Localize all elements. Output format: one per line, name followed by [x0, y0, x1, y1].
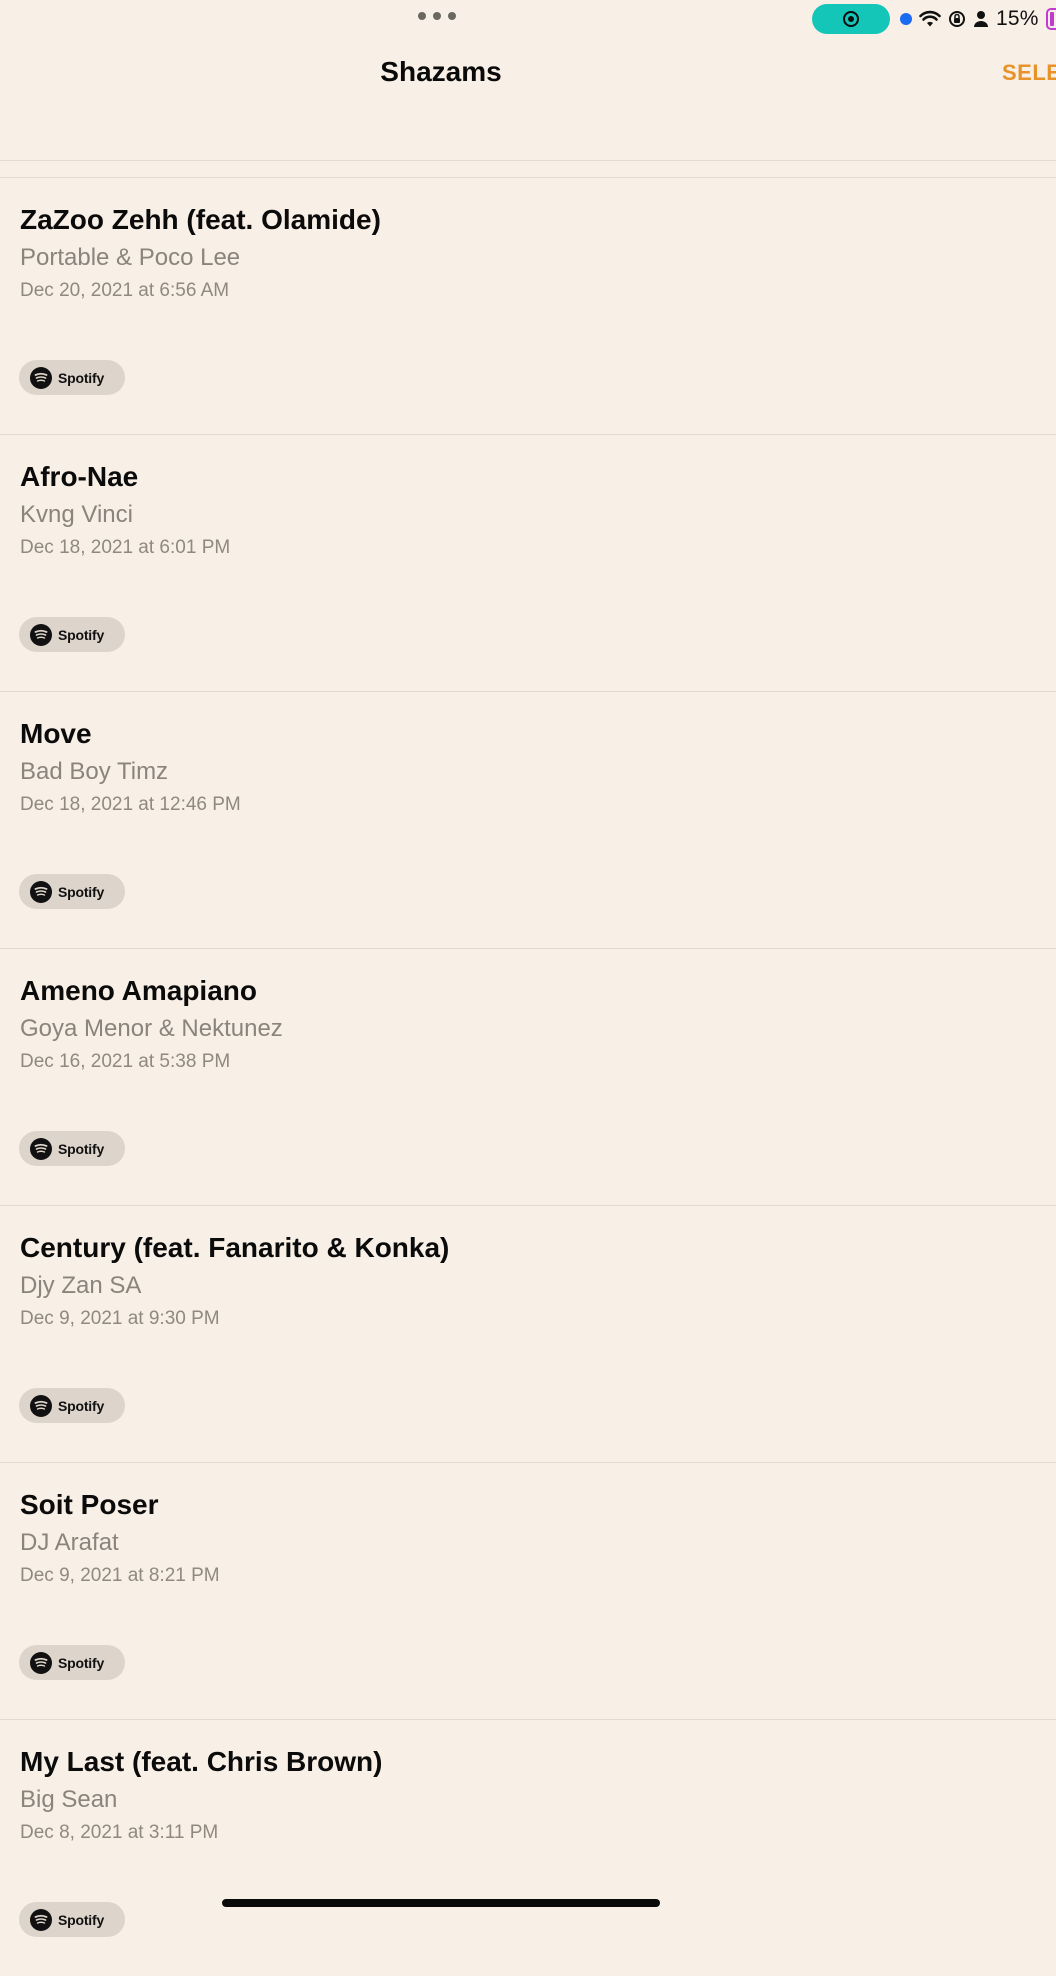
- list-item[interactable]: Move Bad Boy Timz Dec 18, 2021 at 12:46 …: [0, 691, 1056, 948]
- song-title: ZaZoo Zehh (feat. Olamide): [20, 204, 381, 235]
- spotify-label: Spotify: [58, 883, 105, 900]
- spotify-icon: [30, 366, 52, 389]
- status-bar: 15%: [0, 0, 1056, 40]
- spotify-label: Spotify: [58, 1654, 105, 1671]
- spotify-button[interactable]: Spotify: [19, 617, 125, 652]
- song-title: Century (feat. Fanarito & Konka): [20, 1232, 450, 1263]
- list-item[interactable]: My Last (feat. Chris Brown) Big Sean Dec…: [0, 1719, 1056, 1976]
- shazam-date: Dec 9, 2021 at 8:21 PM: [20, 1565, 220, 1586]
- shazam-date: Dec 8, 2021 at 3:11 PM: [20, 1822, 219, 1843]
- record-icon: [843, 11, 859, 27]
- spotify-button[interactable]: Spotify: [19, 1131, 125, 1166]
- spotify-icon: [30, 623, 52, 646]
- shazam-date: Dec 18, 2021 at 12:46 PM: [20, 794, 241, 815]
- multitasking-dots-icon[interactable]: [418, 12, 456, 20]
- song-artist: Big Sean: [20, 1786, 118, 1813]
- header-divider: [0, 160, 1056, 161]
- spotify-button[interactable]: Spotify: [19, 360, 125, 395]
- spotify-button[interactable]: Spotify: [19, 1645, 125, 1680]
- location-dot-icon: [900, 13, 912, 25]
- spotify-icon: [30, 880, 52, 903]
- spotify-icon: [30, 1394, 52, 1417]
- spotify-label: Spotify: [58, 1140, 105, 1157]
- screen-recording-indicator[interactable]: [812, 4, 890, 34]
- list-item[interactable]: Afro-Nae Kvng Vinci Dec 18, 2021 at 6:01…: [0, 434, 1056, 691]
- song-artist: Goya Menor & Nektunez: [20, 1015, 283, 1042]
- spotify-icon: [30, 1651, 52, 1674]
- song-title: Move: [20, 718, 92, 749]
- select-button[interactable]: SELE: [1002, 60, 1056, 86]
- battery-percentage: 15%: [996, 7, 1039, 30]
- spotify-label: Spotify: [58, 369, 105, 386]
- orientation-lock-icon: [949, 11, 965, 27]
- song-artist: Djy Zan SA: [20, 1272, 142, 1299]
- spotify-button[interactable]: Spotify: [19, 874, 125, 909]
- person-icon: [974, 11, 988, 27]
- song-title: Ameno Amapiano: [20, 975, 257, 1006]
- list-item[interactable]: Century (feat. Fanarito & Konka) Djy Zan…: [0, 1205, 1056, 1462]
- page-title: Shazams: [380, 56, 502, 87]
- song-artist: Portable & Poco Lee: [20, 244, 241, 271]
- spotify-label: Spotify: [58, 626, 105, 643]
- song-title: My Last (feat. Chris Brown): [20, 1746, 383, 1777]
- song-artist: Kvng Vinci: [20, 501, 133, 528]
- list-item[interactable]: ZaZoo Zehh (feat. Olamide) Portable & Po…: [0, 177, 1056, 434]
- shazam-date: Dec 18, 2021 at 6:01 PM: [20, 537, 231, 558]
- battery-icon: [1045, 8, 1056, 30]
- shazam-date: Dec 16, 2021 at 5:38 PM: [20, 1051, 231, 1072]
- song-artist: DJ Arafat: [20, 1529, 119, 1556]
- list-item[interactable]: Ameno Amapiano Goya Menor & Nektunez Dec…: [0, 948, 1056, 1205]
- song-artist: Bad Boy Timz: [20, 758, 169, 785]
- status-icons: 15%: [900, 6, 1056, 32]
- list-item[interactable]: Soit Poser DJ Arafat Dec 9, 2021 at 8:21…: [0, 1462, 1056, 1719]
- shazam-list: ZaZoo Zehh (feat. Olamide) Portable & Po…: [0, 177, 1056, 1976]
- home-indicator[interactable]: [222, 1899, 660, 1907]
- spotify-button[interactable]: Spotify: [19, 1388, 125, 1423]
- wifi-icon: [919, 10, 941, 27]
- song-title: Soit Poser: [20, 1489, 159, 1520]
- song-title: Afro-Nae: [20, 461, 139, 492]
- shazam-date: Dec 20, 2021 at 6:56 AM: [20, 280, 230, 301]
- spotify-icon: [30, 1137, 52, 1160]
- shazam-date: Dec 9, 2021 at 9:30 PM: [20, 1308, 220, 1329]
- spotify-label: Spotify: [58, 1397, 105, 1414]
